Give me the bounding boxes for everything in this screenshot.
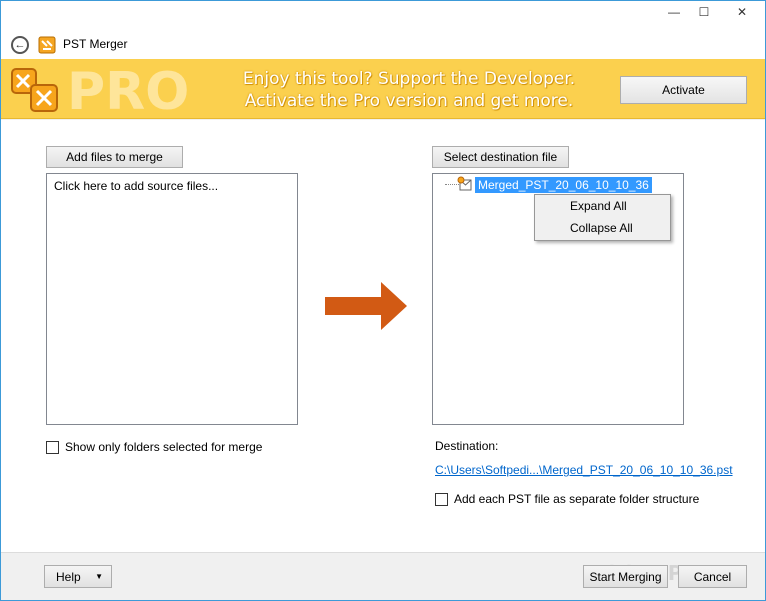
cancel-button[interactable]: Cancel <box>678 565 747 588</box>
svg-text:PRO: PRO <box>67 63 189 115</box>
window-controls: — ☐ ✕ <box>659 1 765 23</box>
show-selected-folders-option[interactable]: Show only folders selected for merge <box>46 440 262 454</box>
close-button[interactable]: ✕ <box>719 1 765 23</box>
promo-line-2: Activate the Pro version and get more. <box>244 91 574 111</box>
promo-line-1: Enjoy this tool? Support the Developer. <box>242 69 576 89</box>
title-bar: — ☐ ✕ <box>1 1 765 31</box>
pro-logo: PRO <box>67 63 189 115</box>
help-button[interactable]: Help ▼ <box>44 565 112 588</box>
select-destination-button[interactable]: Select destination file <box>432 146 569 168</box>
separate-folder-checkbox[interactable] <box>435 492 448 506</box>
add-files-button[interactable]: Add files to merge <box>46 146 183 168</box>
separate-folder-option[interactable]: Add each PST file as separate folder str… <box>435 492 699 506</box>
app-header: ← PST Merger <box>1 31 765 59</box>
help-label: Help <box>56 569 81 584</box>
show-selected-folders-label[interactable]: Show only folders selected for merge <box>65 440 262 454</box>
expand-all-menu-item[interactable]: Expand All <box>570 199 627 213</box>
pst-file-icon <box>457 176 472 191</box>
maximize-button[interactable]: ☐ <box>689 1 719 23</box>
back-arrow-icon[interactable]: ← <box>11 36 29 54</box>
app-window: — ☐ ✕ ← PST Merger PRO Enjoy this tool? … <box>0 0 766 601</box>
show-selected-folders-checkbox[interactable] <box>46 440 59 454</box>
merge-arrow-shape <box>325 282 407 330</box>
start-merging-button[interactable]: Start Merging <box>583 565 668 588</box>
source-hint-text[interactable]: Click here to add source files... <box>54 179 218 193</box>
dropdown-arrow-icon: ▼ <box>95 572 103 581</box>
collapse-all-menu-item[interactable]: Collapse All <box>570 221 633 235</box>
promo-text: Enjoy this tool? Support the Developer. … <box>239 68 579 112</box>
merge-logo-icon <box>11 68 58 112</box>
minimize-button[interactable]: — <box>659 1 689 23</box>
context-menu: Expand All Collapse All <box>534 194 671 241</box>
merge-arrow-icon <box>325 282 407 330</box>
app-logo-icon <box>38 36 56 54</box>
source-file-list[interactable]: Click here to add source files... <box>46 173 298 425</box>
destination-label: Destination: <box>435 439 499 453</box>
app-title: PST Merger <box>63 37 128 51</box>
separate-folder-label[interactable]: Add each PST file as separate folder str… <box>454 492 699 506</box>
activate-button[interactable]: Activate <box>620 76 747 104</box>
destination-path-link[interactable]: C:\Users\Softpedi...\Merged_PST_20_06_10… <box>435 463 733 477</box>
tree-root-node[interactable]: Merged_PST_20_06_10_10_36 <box>475 177 652 193</box>
